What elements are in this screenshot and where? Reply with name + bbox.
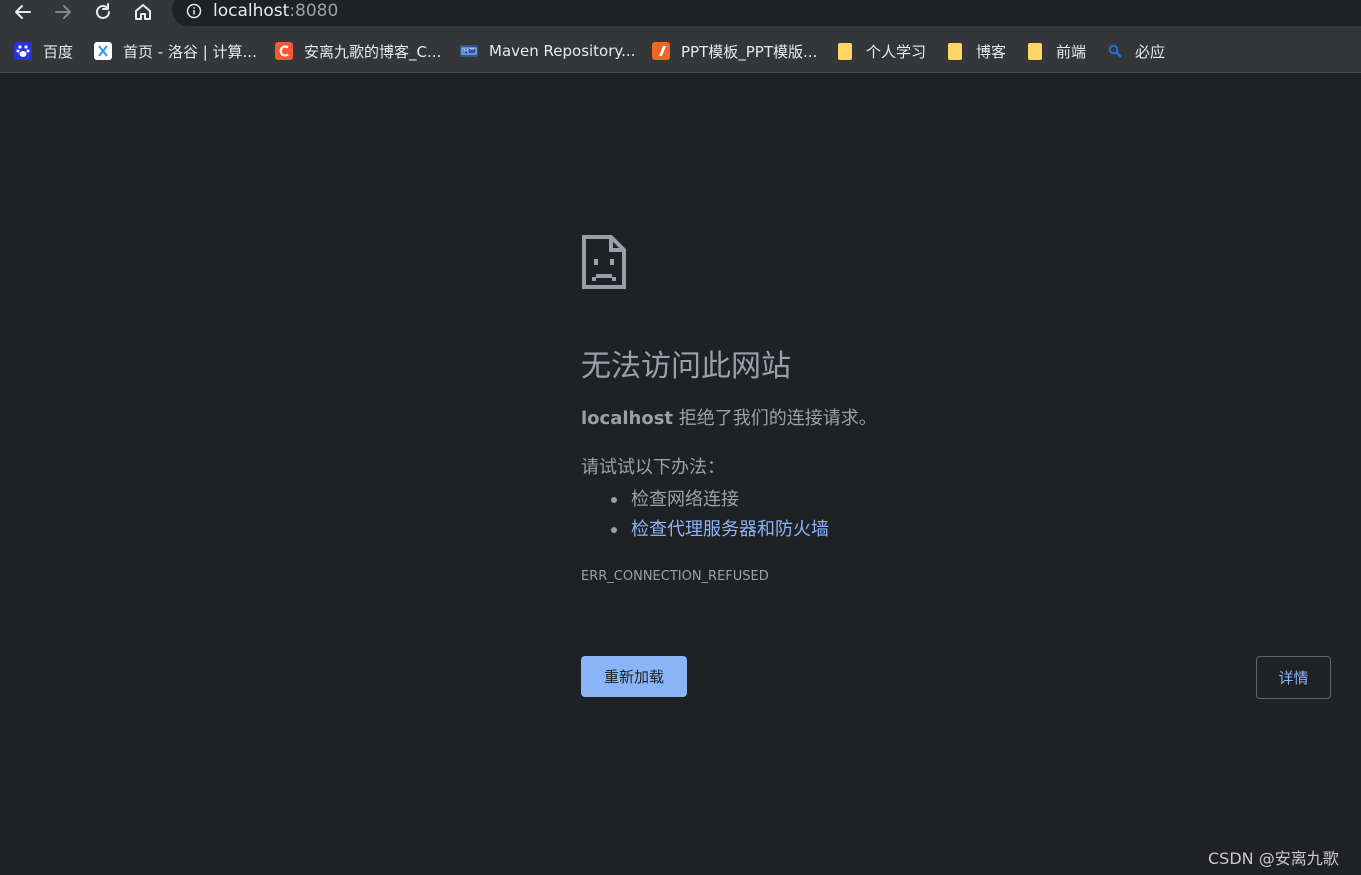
error-title: 无法访问此网站 [581, 349, 791, 384]
folder-icon [948, 42, 962, 60]
bookmark-label: 首页 - 洛谷 | 计算... [123, 42, 257, 61]
error-code: ERR_CONNECTION_REFUSED [581, 569, 769, 584]
bookmark-bing[interactable]: 必应 [1108, 40, 1165, 62]
csdn-watermark: CSDN @安离九歌 [1208, 849, 1339, 868]
bookmark-folder-study[interactable]: 个人学习 [838, 40, 926, 62]
sad-page-icon [582, 235, 626, 289]
bookmark-csdn-blog[interactable]: 安离九歌的博客_C... [275, 40, 441, 62]
bookmark-baidu[interactable]: 百度 [14, 40, 73, 62]
suggestions-heading: 请试试以下办法： [581, 457, 725, 478]
url-text[interactable]: localhost:8080 [213, 0, 338, 22]
bookmark-folder-frontend[interactable]: 前端 [1028, 40, 1086, 62]
baidu-paw-icon [14, 42, 32, 60]
bookmark-label: 安离九歌的博客_C... [304, 42, 442, 61]
maven-icon [460, 45, 478, 57]
reload-page-button[interactable] [89, 0, 117, 24]
back-button[interactable] [9, 0, 37, 24]
home-icon [135, 4, 151, 20]
details-button[interactable]: 详情 [1256, 656, 1331, 699]
reload-button[interactable]: 重新加载 [581, 656, 687, 697]
home-button[interactable] [129, 0, 157, 24]
arrow-right-icon [55, 5, 71, 19]
suggestion-check-network: 检查网络连接 [608, 485, 829, 515]
suggestions-list: 检查网络连接 检查代理服务器和防火墙 [608, 485, 829, 545]
browser-toolbar: localhost:8080 [0, 0, 1361, 28]
bookmark-folder-blog[interactable]: 博客 [948, 40, 1006, 62]
luogu-icon [94, 42, 112, 60]
forward-button[interactable] [49, 0, 77, 24]
folder-icon [1028, 42, 1042, 60]
bookmark-label: 前端 [1056, 42, 1087, 61]
url-port: :8080 [289, 1, 339, 21]
bookmark-ppt[interactable]: PPT模板_PPT模版... [652, 40, 817, 62]
bookmark-label: PPT模板_PPT模版... [681, 42, 818, 61]
error-message: localhost 拒绝了我们的连接请求。 [581, 406, 877, 432]
ppt-icon [652, 42, 670, 60]
address-bar[interactable] [172, 0, 1361, 26]
bookmark-label: 百度 [43, 42, 74, 61]
bookmark-label: Maven Repository... [489, 42, 636, 60]
bookmark-label: 必应 [1135, 42, 1166, 61]
url-host: localhost [213, 1, 290, 21]
bing-search-icon [1108, 42, 1122, 60]
arrow-left-icon [15, 5, 31, 19]
error-host: localhost [581, 408, 674, 429]
csdn-icon [275, 42, 293, 60]
bookmarks-bar: 百度 首页 - 洛谷 | 计算... 安离九歌的博客_C... Maven Re… [0, 28, 1361, 73]
info-circle-icon[interactable] [186, 3, 202, 19]
suggestion-check-proxy-link[interactable]: 检查代理服务器和防火墙 [608, 515, 829, 545]
error-message-text: 拒绝了我们的连接请求。 [673, 408, 877, 429]
bookmark-label: 个人学习 [866, 42, 927, 61]
bookmark-luogu[interactable]: 首页 - 洛谷 | 计算... [94, 40, 257, 62]
bookmark-label: 博客 [976, 42, 1007, 61]
folder-icon [838, 42, 852, 60]
bookmark-maven[interactable]: Maven Repository... [460, 40, 635, 62]
reload-icon [96, 3, 110, 19]
